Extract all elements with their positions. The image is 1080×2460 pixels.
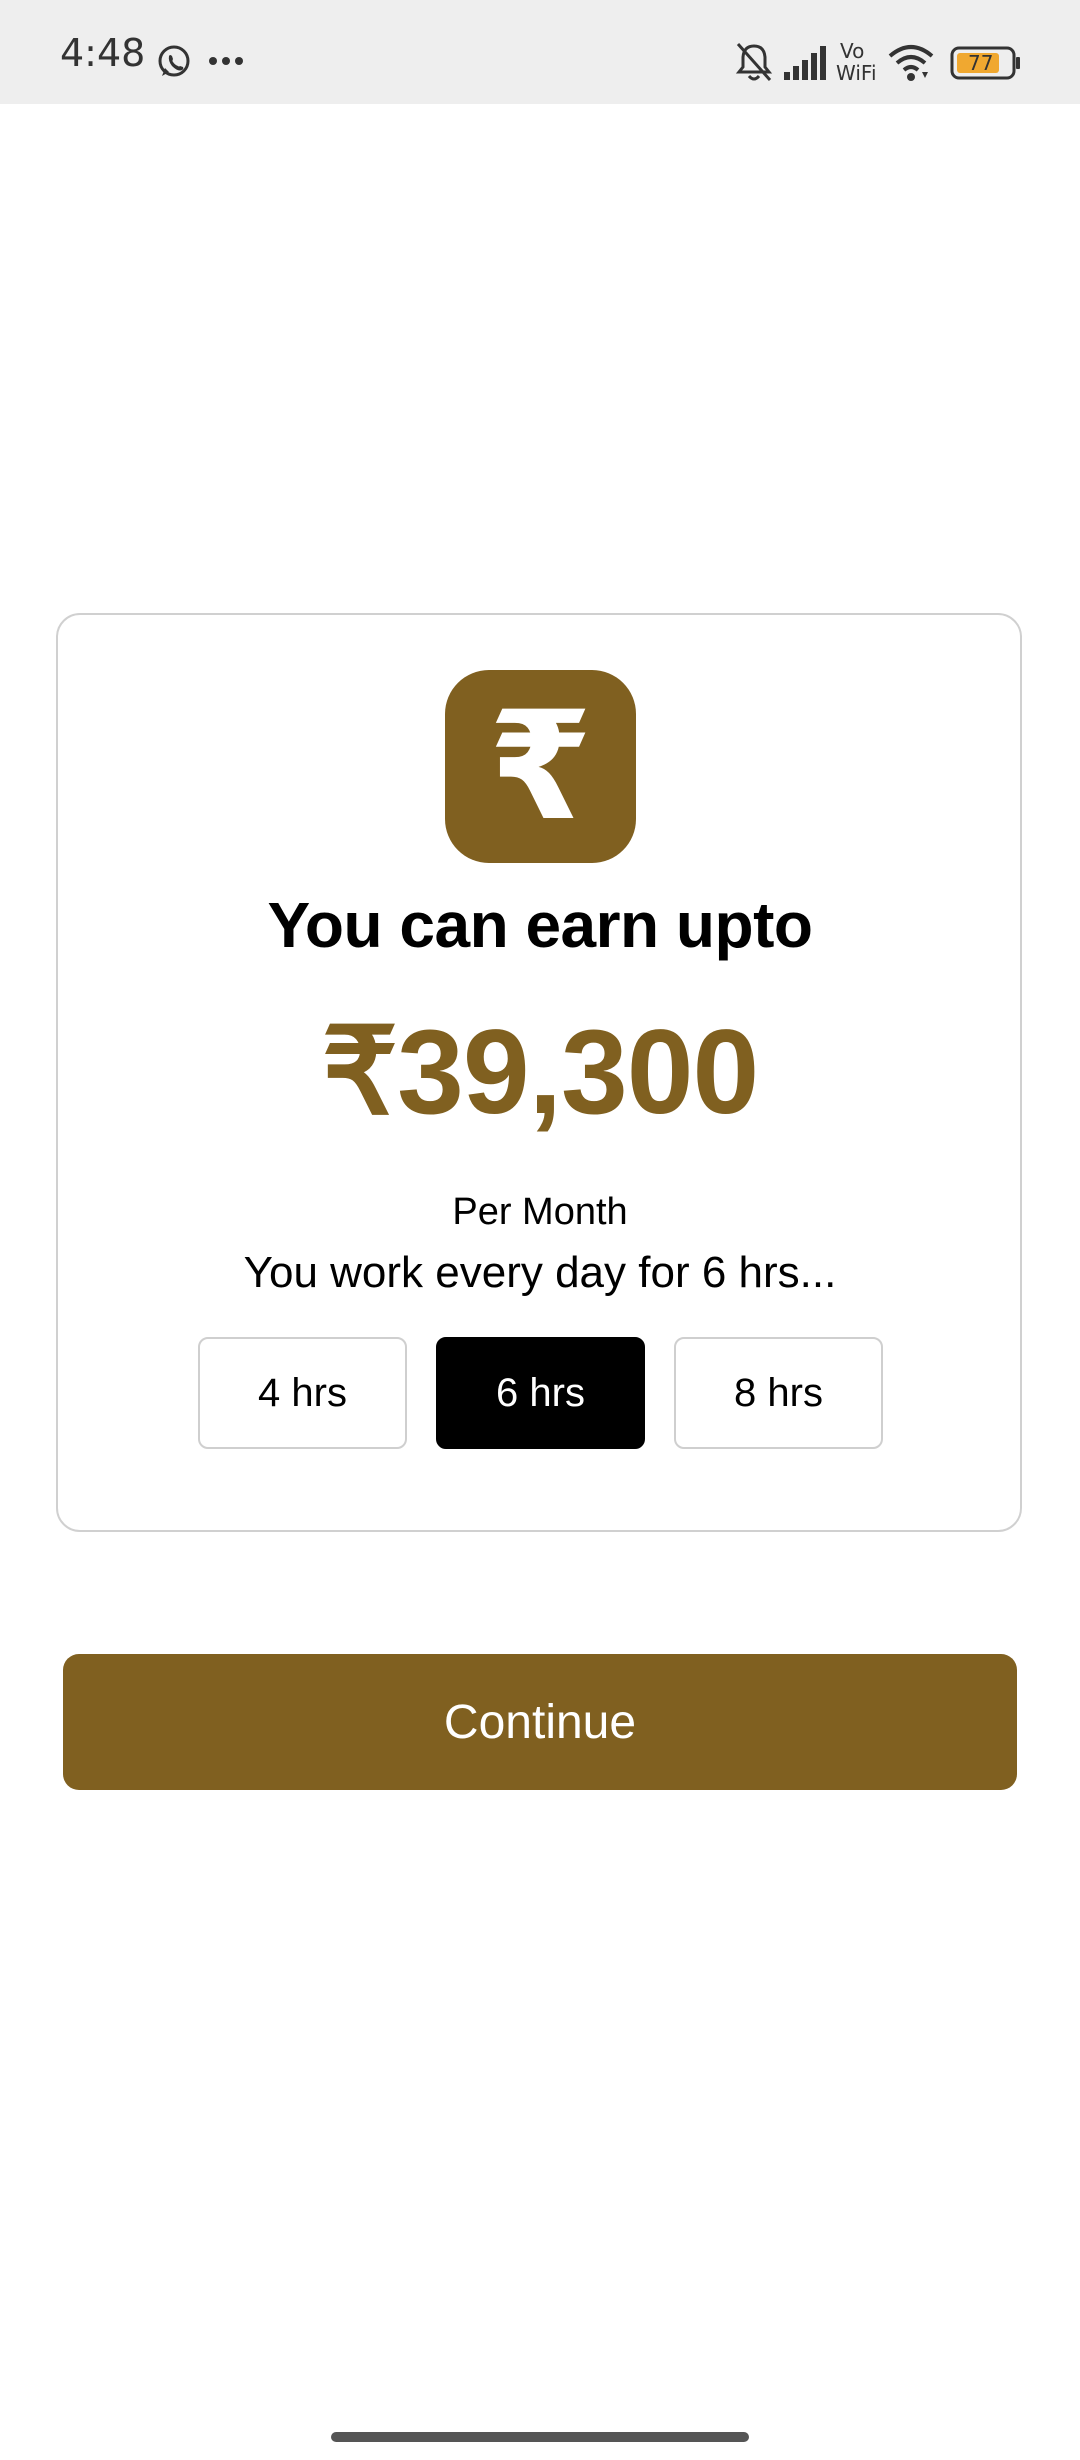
wifi-icon — [888, 45, 934, 81]
earnings-period: Per Month — [452, 1191, 628, 1233]
hours-option-6[interactable]: 6 hrs — [436, 1337, 645, 1449]
hours-option-8[interactable]: 8 hrs — [674, 1337, 883, 1449]
svg-text:77: 77 — [968, 51, 993, 75]
more-dots-icon — [209, 57, 243, 65]
home-indicator[interactable] — [331, 2432, 749, 2442]
signal-icon — [784, 46, 826, 80]
earnings-headline: You can earn upto — [267, 889, 813, 961]
bell-off-icon — [735, 43, 773, 81]
work-hours-note: You work every day for 6 hrs... — [243, 1248, 837, 1297]
vowifi-icon: Vo WiFi — [836, 39, 877, 85]
rupee-icon: ₹ — [445, 670, 636, 863]
svg-text:WiFi: WiFi — [836, 61, 877, 85]
battery-icon: 77 — [950, 46, 1020, 80]
continue-button[interactable]: Continue — [63, 1654, 1017, 1790]
rupee-glyph: ₹ — [488, 679, 593, 854]
earnings-amount: ₹39,300 — [321, 1005, 759, 1139]
status-bar: 4:48 Vo WiFi 77 — [0, 0, 1080, 104]
svg-text:Vo: Vo — [840, 39, 864, 63]
status-time: 4:48 — [60, 31, 146, 75]
hours-option-4[interactable]: 4 hrs — [198, 1337, 407, 1449]
whatsapp-icon — [158, 45, 190, 77]
